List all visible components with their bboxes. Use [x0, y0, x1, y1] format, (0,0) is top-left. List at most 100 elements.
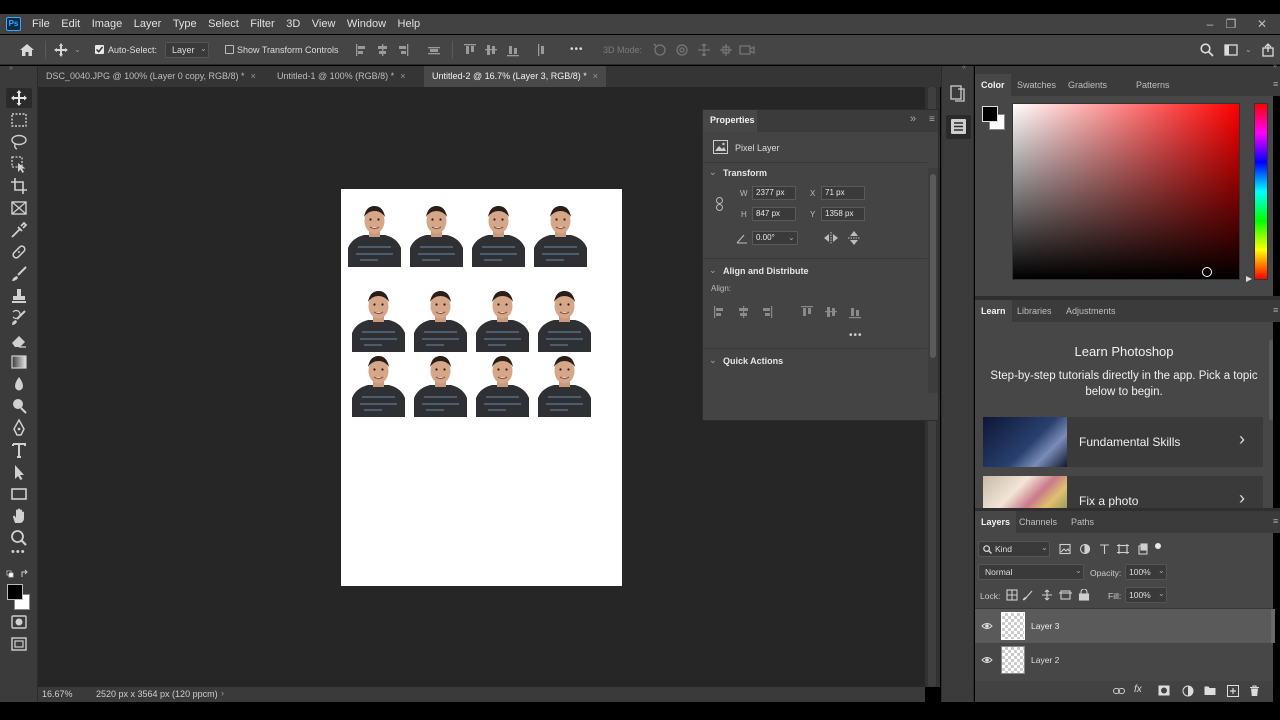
restore-button[interactable]: ❐: [1217, 14, 1245, 34]
workspace-icon[interactable]: [1224, 44, 1238, 56]
tab-learn[interactable]: Learn: [975, 300, 1012, 322]
trash-icon[interactable]: [1249, 685, 1260, 697]
tab-patterns[interactable]: Patterns: [1130, 74, 1176, 96]
quick-actions-title[interactable]: Quick Actions: [723, 356, 783, 366]
x-field[interactable]: 71 px: [821, 186, 865, 200]
fill-field[interactable]: 100% ⌄: [1125, 587, 1167, 603]
close-icon[interactable]: ×: [251, 71, 256, 81]
fx-icon[interactable]: fx: [1134, 684, 1142, 695]
hue-slider-thumb[interactable]: [1246, 276, 1252, 282]
tab-swatches[interactable]: Swatches: [1011, 74, 1062, 96]
layer-row-layer-2[interactable]: Layer 2: [975, 643, 1273, 677]
history-panel-icon[interactable]: [950, 84, 966, 102]
swap-colors-icon[interactable]: [6, 569, 32, 579]
move-tool-icon[interactable]: [9, 88, 29, 108]
y-field[interactable]: 1358 px: [821, 207, 865, 221]
layer-row-layer-3[interactable]: Layer 3: [975, 609, 1273, 643]
link-icon[interactable]: [715, 197, 724, 211]
new-layer-icon[interactable]: [1227, 685, 1239, 697]
flip-horizontal-icon[interactable]: [823, 232, 839, 244]
card-fundamental-skills[interactable]: Fundamental Skills ›: [983, 417, 1263, 467]
brush-tool-icon[interactable]: [9, 264, 29, 284]
collapse-icon[interactable]: »: [1273, 63, 1277, 70]
opacity-field[interactable]: 100% ⌄: [1125, 564, 1167, 580]
home-icon[interactable]: [19, 43, 35, 57]
color-field[interactable]: [1012, 103, 1240, 280]
tab-libraries[interactable]: Libraries: [1011, 300, 1058, 322]
auto-select-checkbox[interactable]: [95, 45, 104, 54]
menu-layer[interactable]: Layer: [134, 18, 162, 30]
tab-gradients[interactable]: Gradients: [1062, 74, 1113, 96]
show-transform-checkbox[interactable]: [225, 45, 234, 54]
tab-channels[interactable]: Channels: [1013, 511, 1063, 533]
frame-tool-icon[interactable]: [9, 198, 29, 218]
menu-select[interactable]: Select: [208, 18, 239, 30]
link-layers-icon[interactable]: [1113, 686, 1125, 696]
tab-untitled-1[interactable]: Untitled-1 @ 100% (RGB/8) * ×: [269, 66, 413, 87]
tab-untitled-2[interactable]: Untitled-2 @ 16.7% (Layer 3, RGB/8) * ×: [424, 66, 606, 87]
panel-menu-icon[interactable]: ≡: [1273, 305, 1278, 315]
close-window-button[interactable]: ✕: [1248, 14, 1276, 34]
menu-window[interactable]: Window: [347, 18, 386, 30]
3d-mode-icons[interactable]: [652, 42, 756, 58]
flip-vertical-icon[interactable]: [848, 230, 860, 246]
zoom-tool-icon[interactable]: [9, 528, 29, 548]
close-icon[interactable]: ×: [400, 71, 405, 81]
panel-menu-icon[interactable]: ≡: [1273, 516, 1278, 526]
chevron-down-icon[interactable]: ⌄: [1245, 45, 1252, 54]
align-buttons-icon[interactable]: [355, 43, 440, 57]
color-picker-cursor[interactable]: [1202, 267, 1212, 277]
eyedropper-tool-icon[interactable]: [9, 220, 29, 240]
width-field[interactable]: 2377 px: [752, 186, 796, 200]
history-brush-tool-icon[interactable]: [9, 308, 29, 328]
transform-section-title[interactable]: Transform: [723, 168, 767, 178]
menu-type[interactable]: Type: [173, 18, 197, 30]
adjustment-layer-icon[interactable]: [1182, 685, 1194, 697]
tab-adjustments[interactable]: Adjustments: [1060, 300, 1122, 322]
dodge-tool-icon[interactable]: [9, 396, 29, 416]
layer-name[interactable]: Layer 3: [1031, 621, 1059, 631]
align-options-icons[interactable]: [713, 305, 863, 319]
path-selection-tool-icon[interactable]: [9, 462, 29, 482]
chevron-down-icon[interactable]: ⌄: [709, 355, 717, 366]
eraser-tool-icon[interactable]: [9, 330, 29, 350]
pen-tool-icon[interactable]: [9, 418, 29, 438]
tab-paths[interactable]: Paths: [1065, 511, 1100, 533]
menu-edit[interactable]: Edit: [61, 18, 80, 30]
quick-mask-icon[interactable]: [9, 612, 29, 632]
hand-tool-icon[interactable]: [9, 506, 29, 526]
more-options-button[interactable]: •••: [570, 44, 584, 55]
eye-icon[interactable]: [981, 622, 993, 630]
menu-file[interactable]: File: [32, 18, 50, 30]
collapse-icon[interactable]: »: [9, 65, 13, 72]
properties-scrollbar[interactable]: [928, 168, 938, 393]
chevron-down-icon[interactable]: ⌄: [709, 167, 717, 178]
gradient-tool-icon[interactable]: [9, 352, 29, 372]
tab-color[interactable]: Color: [975, 74, 1011, 96]
foreground-color-swatch[interactable]: [982, 106, 998, 122]
angle-field[interactable]: 0.00° ⌄: [752, 231, 798, 245]
healing-brush-tool-icon[interactable]: [9, 242, 29, 262]
menu-filter[interactable]: Filter: [250, 18, 274, 30]
more-tools-icon[interactable]: •••: [11, 546, 26, 558]
distribute-buttons-icon[interactable]: [463, 43, 549, 57]
expand-icon[interactable]: «: [962, 64, 966, 71]
close-icon[interactable]: ×: [593, 71, 598, 81]
document-page[interactable]: [341, 189, 622, 586]
move-tool-icon[interactable]: [53, 42, 69, 58]
eye-icon[interactable]: [981, 656, 993, 664]
tab-properties[interactable]: Properties: [703, 110, 757, 132]
properties-scroll-thumb[interactable]: [930, 174, 936, 358]
lock-icons[interactable]: [1006, 589, 1092, 601]
properties-panel-button[interactable]: [946, 115, 971, 139]
menu-image[interactable]: Image: [92, 18, 123, 30]
search-icon[interactable]: [1200, 43, 1214, 57]
auto-select-dropdown[interactable]: Layer ⌄: [165, 42, 209, 58]
hue-slider[interactable]: [1254, 103, 1268, 280]
type-tool-icon[interactable]: [9, 440, 29, 460]
zoom-level[interactable]: 16.67%: [42, 689, 73, 699]
rectangle-tool-icon[interactable]: [9, 484, 29, 504]
layer-filter-icons[interactable]: [1059, 543, 1161, 555]
screen-mode-icon[interactable]: [9, 634, 29, 654]
learn-scroll-thumb[interactable]: [1269, 340, 1273, 420]
